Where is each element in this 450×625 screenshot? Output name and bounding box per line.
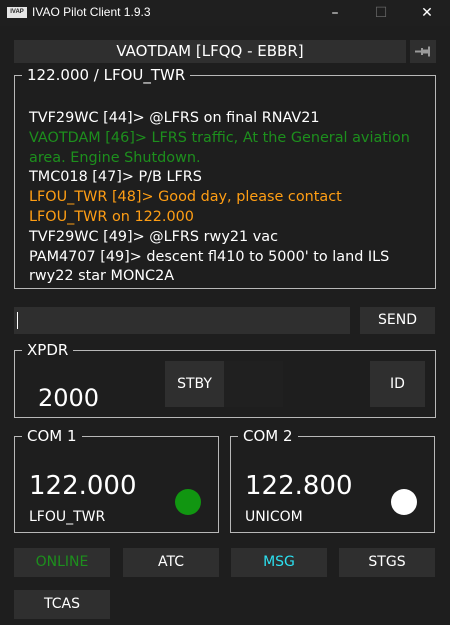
- title-bar: IVAP IVAO Pilot Client 1.9.3 – ☐ ✕: [0, 0, 450, 26]
- com2-panel: COM 2 122.800 UNICOM: [230, 428, 435, 533]
- stby-button[interactable]: STBY: [165, 361, 224, 407]
- close-button[interactable]: ✕: [404, 0, 450, 26]
- atc-button[interactable]: ATC: [123, 548, 219, 577]
- msg-button[interactable]: MSG: [231, 548, 327, 577]
- maximize-button[interactable]: ☐: [358, 0, 404, 26]
- com1-station: LFOU_TWR: [29, 509, 106, 525]
- com2-status-indicator[interactable]: [391, 489, 417, 515]
- chat-line: area. Engine Shutdown.: [29, 149, 201, 166]
- settings-button[interactable]: STGS: [339, 548, 435, 577]
- chat-channel-label: 122.000 / LFOU_TWR: [27, 66, 186, 84]
- send-button[interactable]: SEND: [360, 307, 435, 334]
- chat-line: TMC018 [47]> P/B LFRS: [29, 169, 202, 186]
- chat-line: VAOTDAM [46]> LFRS traffic, At the Gener…: [29, 129, 410, 146]
- chat-line: PAM4707 [49]> descent fl410 to 5000' to …: [29, 248, 390, 265]
- com1-status-indicator[interactable]: [175, 489, 201, 515]
- minimize-button[interactable]: –: [312, 0, 358, 26]
- text-caret: [17, 312, 18, 329]
- chat-line: LFOU_TWR on 122.000: [29, 208, 194, 225]
- com1-panel: COM 1 122.000 LFOU_TWR: [14, 428, 219, 533]
- pin-icon: [415, 46, 430, 57]
- online-button[interactable]: ONLINE: [14, 548, 110, 577]
- com1-frequency[interactable]: 122.000: [29, 471, 137, 501]
- ident-button[interactable]: ID: [370, 361, 425, 407]
- chat-line: TVF29WC [44]> @LFRS on final RNAV21: [29, 110, 320, 126]
- com1-label: COM 1: [27, 427, 77, 445]
- pin-button[interactable]: [410, 40, 436, 63]
- xpdr-mode-toggle[interactable]: [224, 361, 283, 407]
- chat-log: TVF29WC [44]> @LFRS on final RNAV21 VAOTD…: [29, 109, 424, 287]
- chat-line: TVF29WC [49]> @LFRS rwy21 vac: [29, 228, 278, 245]
- xpdr-label: XPDR: [27, 341, 69, 359]
- com2-label: COM 2: [243, 427, 293, 445]
- message-input[interactable]: [14, 307, 350, 334]
- tcas-button[interactable]: TCAS: [14, 590, 110, 619]
- window-title: IVAO Pilot Client 1.9.3: [32, 5, 151, 19]
- app-logo: IVAP: [7, 7, 27, 18]
- chat-line: LFOU_TWR [48]> Good day, please contact: [29, 189, 342, 206]
- xpdr-code[interactable]: 2000: [38, 384, 99, 412]
- chat-line: rwy22 star MONC2A: [29, 268, 175, 285]
- com2-frequency[interactable]: 122.800: [245, 471, 353, 501]
- chat-panel: 122.000 / LFOU_TWR TVF29WC [44]> @LFRS o…: [14, 67, 436, 289]
- callsign-route-bar[interactable]: VAOTDAM [LFQQ - EBBR]: [14, 40, 406, 63]
- com2-station: UNICOM: [245, 509, 303, 525]
